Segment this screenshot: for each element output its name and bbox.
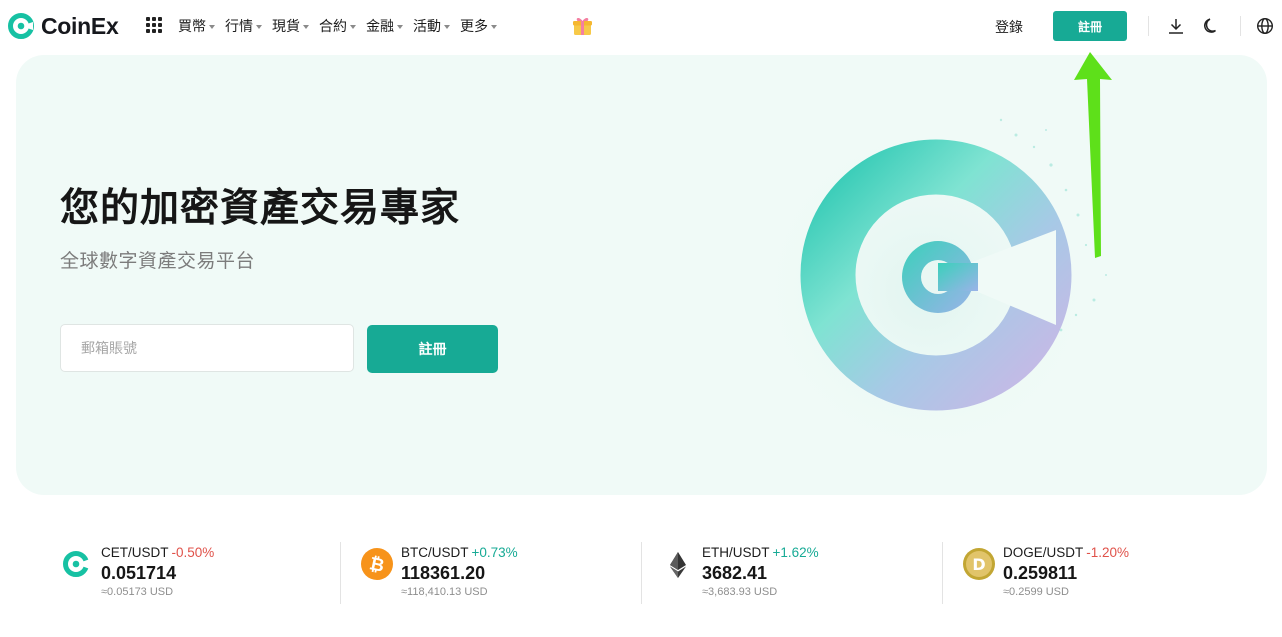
nav-item-label: 活動 xyxy=(413,18,441,34)
gift-icon[interactable] xyxy=(572,16,593,41)
ticker-card-doge[interactable]: D DOGE/USDT -1.20% 0.259811 ≈0.2599 USD xyxy=(963,540,1263,610)
ticker-change: +1.62% xyxy=(772,545,819,560)
caret-down-icon xyxy=(209,25,215,29)
ticker-pair: BTC/USDT xyxy=(401,545,469,560)
ticker-divider xyxy=(641,542,642,604)
caret-down-icon xyxy=(350,25,356,29)
main-nav: 買幣 行情 現貨 合約 金融 活動 更多 xyxy=(178,17,507,35)
ticker-divider xyxy=(340,542,341,604)
ticker-pair-row: ETH/USDT +1.62% xyxy=(702,545,819,560)
nav-item-events[interactable]: 活動 xyxy=(413,17,450,35)
email-input[interactable] xyxy=(60,324,354,372)
nav-item-label: 現貨 xyxy=(272,18,300,34)
btc-coin-icon: ₿ xyxy=(361,548,393,580)
caret-down-icon xyxy=(397,25,403,29)
top-header: CoinEx 買幣 行情 現貨 合約 金融 活動 更多 登錄 註冊 xyxy=(0,0,1282,52)
caret-down-icon xyxy=(303,25,309,29)
nav-item-label: 買幣 xyxy=(178,18,206,34)
ticker-strip: CET/USDT -0.50% 0.051714 ≈0.05173 USD ₿ B… xyxy=(0,540,1282,610)
ticker-usd-value: ≈0.05173 USD xyxy=(101,586,174,598)
ticker-price: 3682.41 xyxy=(702,563,768,583)
doge-coin-icon: D xyxy=(963,548,995,580)
ticker-usd-value: ≈3,683.93 USD xyxy=(702,586,778,598)
header-divider xyxy=(1148,16,1149,36)
brand-name: CoinEx xyxy=(41,12,119,39)
apps-grid-icon[interactable] xyxy=(146,17,162,33)
login-link[interactable]: 登錄 xyxy=(995,17,1023,37)
cet-coin-icon xyxy=(63,551,90,577)
nav-item-markets[interactable]: 行情 xyxy=(225,17,262,35)
ticker-card-eth[interactable]: ETH/USDT +1.62% 3682.41 ≈3,683.93 USD xyxy=(662,540,962,610)
nav-item-spot[interactable]: 現貨 xyxy=(272,17,309,35)
register-button[interactable]: 註冊 xyxy=(1053,11,1127,41)
hero-subtitle: 全球數字資產交易平台 xyxy=(60,251,256,272)
globe-icon[interactable] xyxy=(1256,17,1274,40)
caret-down-icon xyxy=(491,25,497,29)
nav-item-label: 更多 xyxy=(460,18,488,34)
ticker-pair-row: DOGE/USDT -1.20% xyxy=(1003,545,1129,560)
header-divider xyxy=(1240,16,1241,36)
ticker-change: +0.73% xyxy=(471,545,518,560)
svg-text:D: D xyxy=(972,555,985,574)
nav-item-futures[interactable]: 合約 xyxy=(319,17,356,35)
eth-coin-icon xyxy=(670,552,686,578)
ticker-price: 118361.20 xyxy=(401,563,486,583)
caret-down-icon xyxy=(444,25,450,29)
nav-item-finance[interactable]: 金融 xyxy=(366,17,403,35)
ticker-card-btc[interactable]: ₿ BTC/USDT +0.73% 118361.20 ≈118,410.13 U… xyxy=(361,540,661,610)
ticker-price: 0.259811 xyxy=(1003,563,1078,583)
moon-icon[interactable] xyxy=(1203,17,1221,40)
ticker-divider xyxy=(942,542,943,604)
ticker-usd-value: ≈118,410.13 USD xyxy=(401,586,488,598)
ticker-card-cet[interactable]: CET/USDT -0.50% 0.051714 ≈0.05173 USD xyxy=(61,540,361,610)
nav-item-label: 合約 xyxy=(319,18,347,34)
nav-item-label: 行情 xyxy=(225,18,253,34)
coinex-logo[interactable]: CoinEx xyxy=(7,12,119,40)
nav-item-label: 金融 xyxy=(366,18,394,34)
nav-item-buy-crypto[interactable]: 買幣 xyxy=(178,17,215,35)
ticker-pair: DOGE/USDT xyxy=(1003,545,1084,560)
ticker-pair-row: BTC/USDT +0.73% xyxy=(401,545,518,560)
hero-title: 您的加密資產交易專家 xyxy=(60,187,461,230)
annotation-arrow xyxy=(1070,52,1120,267)
ticker-price: 0.051714 xyxy=(101,563,177,583)
ticker-usd-value: ≈0.2599 USD xyxy=(1003,586,1069,598)
ticker-pair-row: CET/USDT -0.50% xyxy=(101,545,214,560)
ticker-change: -1.20% xyxy=(1086,545,1130,560)
ticker-change: -0.50% xyxy=(171,545,215,560)
hero-register-button[interactable]: 註冊 xyxy=(367,325,498,373)
download-icon[interactable] xyxy=(1167,17,1185,40)
coinex-logo-icon xyxy=(8,13,34,39)
ticker-pair: CET/USDT xyxy=(101,545,169,560)
nav-item-more[interactable]: 更多 xyxy=(460,17,497,35)
ticker-pair: ETH/USDT xyxy=(702,545,770,560)
caret-down-icon xyxy=(256,25,262,29)
